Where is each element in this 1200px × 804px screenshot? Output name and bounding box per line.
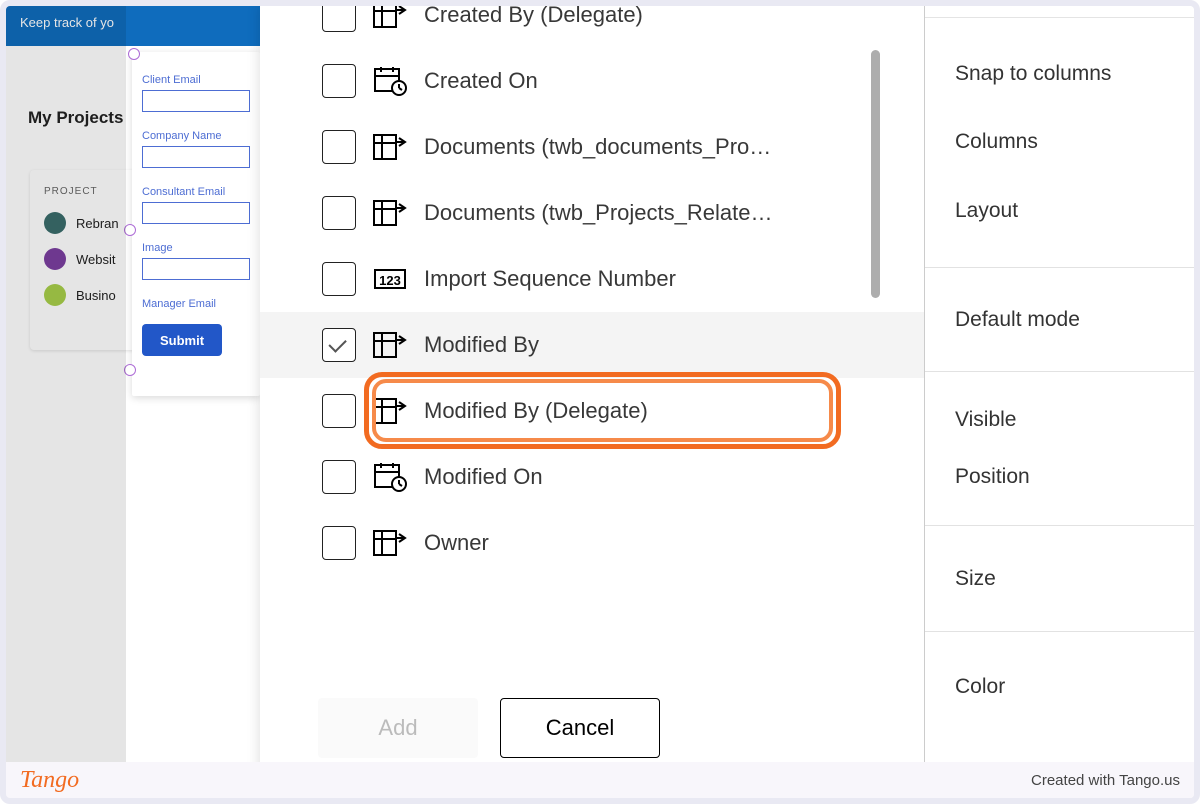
field-label: Modified By (Delegate) (424, 398, 648, 424)
field-option-modified-by[interactable]: Modified By (260, 312, 926, 378)
my-projects-heading: My Projects (28, 108, 123, 128)
checkbox[interactable] (322, 262, 356, 296)
project-name: Websit (76, 252, 116, 267)
field-label: Import Sequence Number (424, 266, 676, 292)
lookup-icon (372, 196, 408, 230)
prop-color[interactable]: Color (925, 632, 1194, 742)
field-option-modified-by-delegate[interactable]: Modified By (Delegate) (260, 378, 926, 444)
field-chooser-panel: Created By (Delegate) Created On Documen… (260, 6, 926, 798)
scrollbar[interactable] (871, 50, 880, 298)
cancel-button[interactable]: Cancel (500, 698, 660, 758)
field-option-owner[interactable]: Owner (260, 510, 926, 576)
prop-position[interactable]: Position (955, 465, 1030, 489)
selection-handle-icon[interactable] (124, 224, 136, 236)
field-list: Created By (Delegate) Created On Documen… (260, 6, 926, 684)
prop-columns[interactable]: Columns (955, 130, 1038, 154)
add-button[interactable]: Add (318, 698, 478, 758)
client-email-input[interactable] (142, 90, 250, 112)
prop-visible[interactable]: Visible (955, 408, 1016, 432)
checkbox[interactable] (322, 130, 356, 164)
field-option-created-by-delegate[interactable]: Created By (Delegate) (260, 6, 926, 48)
footer-credit: Created with Tango.us (1031, 772, 1180, 789)
consultant-email-input[interactable] (142, 202, 250, 224)
checkbox[interactable] (322, 196, 356, 230)
field-label: Created On (424, 68, 538, 94)
checkbox-checked[interactable] (322, 328, 356, 362)
selection-handle-icon[interactable] (128, 48, 140, 60)
date-icon (372, 64, 408, 98)
project-avatar-icon (44, 248, 66, 270)
selection-handle-icon[interactable] (124, 364, 136, 376)
date-icon (372, 460, 408, 494)
checkbox[interactable] (322, 394, 356, 428)
field-option-import-seq[interactable]: Import Sequence Number (260, 246, 926, 312)
field-label: Owner (424, 530, 489, 556)
tango-footer: Tango Created with Tango.us (6, 762, 1194, 798)
field-label: Company Name (142, 130, 250, 142)
checkbox[interactable] (322, 6, 356, 32)
field-option-modified-on[interactable]: Modified On (260, 444, 926, 510)
prop-size[interactable]: Size (925, 526, 1194, 632)
field-label: Documents (twb_documents_Pro… (424, 134, 771, 160)
number-icon (372, 262, 408, 296)
prop-layout[interactable]: Layout (955, 199, 1018, 223)
prop-snap-to-columns[interactable]: Snap to columns (955, 62, 1111, 86)
form-card-selected[interactable]: Client Email Company Name Consultant Ema… (132, 52, 260, 396)
lookup-icon (372, 526, 408, 560)
tango-logo: Tango (20, 767, 79, 794)
lookup-icon (372, 394, 408, 428)
checkbox[interactable] (322, 64, 356, 98)
submit-button[interactable]: Submit (142, 324, 222, 356)
project-avatar-icon (44, 212, 66, 234)
project-name: Busino (76, 288, 116, 303)
field-option-documents-pro[interactable]: Documents (twb_documents_Pro… (260, 114, 926, 180)
image-input[interactable] (142, 258, 250, 280)
lookup-icon (372, 328, 408, 362)
field-label: Created By (Delegate) (424, 6, 643, 28)
lookup-icon (372, 6, 408, 32)
checkbox[interactable] (322, 526, 356, 560)
field-option-created-on[interactable]: Created On (260, 48, 926, 114)
field-option-documents-related[interactable]: Documents (twb_Projects_Relate… (260, 180, 926, 246)
company-name-input[interactable] (142, 146, 250, 168)
properties-panel: Snap to columns Columns Layout Default m… (924, 6, 1194, 798)
keep-track-banner: Keep track of yo (6, 6, 260, 46)
field-label: Manager Email (142, 298, 250, 310)
field-label: Client Email (142, 74, 250, 86)
background-canvas: Keep track of yo My Projects PROJECT Reb… (6, 6, 260, 798)
field-label: Image (142, 242, 250, 254)
field-label: Modified By (424, 332, 539, 358)
field-label: Modified On (424, 464, 543, 490)
project-name: Rebran (76, 216, 119, 231)
prop-default-mode[interactable]: Default mode (925, 268, 1194, 372)
field-label: Consultant Email (142, 186, 250, 198)
lookup-icon (372, 130, 408, 164)
banner-text: Keep track of yo (20, 15, 114, 30)
project-avatar-icon (44, 284, 66, 306)
checkbox[interactable] (322, 460, 356, 494)
field-label: Documents (twb_Projects_Relate… (424, 200, 772, 226)
